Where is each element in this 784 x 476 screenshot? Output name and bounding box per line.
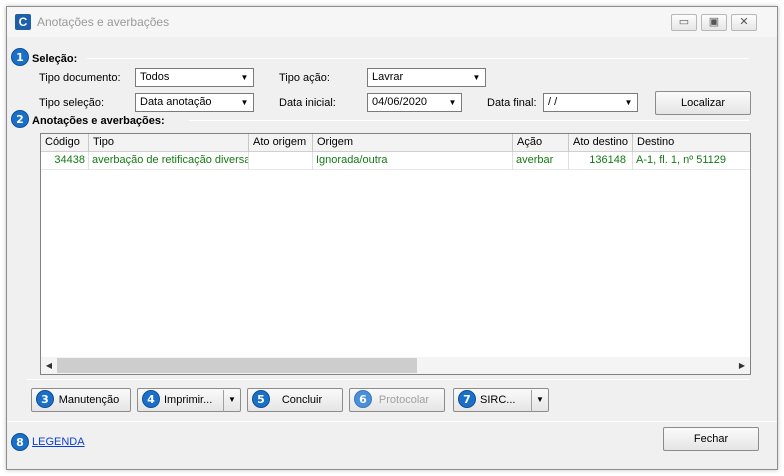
sirc-dropdown-icon[interactable]: ▼ xyxy=(531,390,548,412)
badge-3: 3 xyxy=(36,390,54,408)
maximize-button[interactable]: ▣ xyxy=(701,14,727,31)
cell-ato-destino: 136148 xyxy=(569,152,633,170)
main-window: C Anotações e averbações ▭ ▣ ✕ 1 Seleção… xyxy=(6,6,778,470)
data-final-value: / / xyxy=(548,96,558,108)
scrollbar-thumb[interactable] xyxy=(57,358,417,373)
badge-4: 4 xyxy=(142,390,160,408)
badge-8: 8 xyxy=(11,433,29,451)
cell-ato-origem xyxy=(249,152,313,170)
badge-6: 6 xyxy=(354,390,372,408)
data-final-field[interactable]: / / ▼ xyxy=(543,93,638,112)
data-inicial-field[interactable]: 04/06/2020 ▼ xyxy=(367,93,462,112)
sirc-label: SIRC... xyxy=(480,394,516,406)
column-header-ato-destino[interactable]: Ato destino xyxy=(569,134,633,152)
close-window-button[interactable]: ✕ xyxy=(731,14,757,31)
badge-7: 7 xyxy=(458,390,476,408)
cell-codigo: 34438 xyxy=(41,152,89,170)
scroll-right-icon[interactable]: ▶ xyxy=(734,357,750,374)
chevron-down-icon: ▼ xyxy=(445,95,460,110)
concluir-label: Concluir xyxy=(281,394,323,406)
column-header-tipo[interactable]: Tipo xyxy=(89,134,249,152)
tipo-documento-label: Tipo documento: xyxy=(39,72,121,84)
column-header-codigo[interactable]: Código xyxy=(41,134,89,152)
chevron-down-icon: ▼ xyxy=(469,70,484,85)
badge-1: 1 xyxy=(11,48,29,66)
window-title: Anotações e averbações xyxy=(37,15,170,29)
minimize-button[interactable]: ▭ xyxy=(671,14,697,31)
tipo-acao-value: Lavrar xyxy=(372,71,404,83)
cell-tipo: averbação de retificação diversa xyxy=(89,152,249,170)
legenda-link[interactable]: LEGENDA xyxy=(32,436,85,448)
tipo-selecao-select[interactable]: Data anotação ▼ xyxy=(135,93,254,112)
imprimir-label: Imprimir... xyxy=(164,394,213,406)
column-header-origem[interactable]: Origem xyxy=(313,134,513,152)
fechar-button[interactable]: Fechar xyxy=(663,427,759,451)
anotacoes-table[interactable]: Código Tipo Ato origem Origem Ação Ato d… xyxy=(40,133,751,375)
table-header: Código Tipo Ato origem Origem Ação Ato d… xyxy=(41,134,750,152)
cell-acao: averbar xyxy=(513,152,569,170)
data-inicial-value: 04/06/2020 xyxy=(372,96,428,108)
scroll-left-icon[interactable]: ◀ xyxy=(41,357,57,374)
selecao-separator xyxy=(87,58,749,59)
horizontal-scrollbar[interactable]: ◀ ▶ xyxy=(41,357,750,374)
tipo-selecao-label: Tipo seleção: xyxy=(39,97,105,109)
localizar-button[interactable]: Localizar xyxy=(655,91,751,115)
table-row[interactable]: 34438 averbação de retificação diversa I… xyxy=(41,152,750,170)
title-bar: C Anotações e averbações ▭ ▣ ✕ xyxy=(7,7,777,37)
cell-destino: A-1, fl. 1, nº 51129 xyxy=(636,154,727,166)
chevron-down-icon: ▼ xyxy=(621,95,636,110)
tipo-documento-value: Todos xyxy=(140,71,170,83)
tipo-acao-label: Tipo ação: xyxy=(279,72,330,84)
column-header-ato-origem[interactable]: Ato origem xyxy=(249,134,313,152)
badge-5: 5 xyxy=(252,390,270,408)
imprimir-dropdown-icon[interactable]: ▼ xyxy=(223,390,240,412)
actions-separator xyxy=(27,379,749,380)
column-header-destino[interactable]: Destino xyxy=(633,134,750,152)
chevron-down-icon: ▼ xyxy=(237,70,252,85)
badge-2: 2 xyxy=(11,110,29,128)
manutencao-label: Manutenção xyxy=(58,394,120,406)
data-inicial-label: Data inicial: xyxy=(279,97,336,109)
tipo-documento-select[interactable]: Todos ▼ xyxy=(135,68,254,87)
protocolar-label: Protocolar xyxy=(378,394,430,406)
chevron-down-icon: ▼ xyxy=(237,95,252,110)
anotacoes-section-title: Anotações e averbações: xyxy=(32,115,165,127)
anotacoes-separator xyxy=(189,120,749,121)
app-logo-icon: C xyxy=(15,14,31,30)
selecao-section-title: Seleção: xyxy=(32,53,78,65)
tipo-acao-select[interactable]: Lavrar ▼ xyxy=(367,68,486,87)
footer-separator xyxy=(7,421,777,422)
column-header-acao[interactable]: Ação xyxy=(513,134,569,152)
cell-origem: Ignorada/outra xyxy=(313,152,513,170)
tipo-selecao-value: Data anotação xyxy=(140,96,212,108)
data-final-label: Data final: xyxy=(487,97,537,109)
